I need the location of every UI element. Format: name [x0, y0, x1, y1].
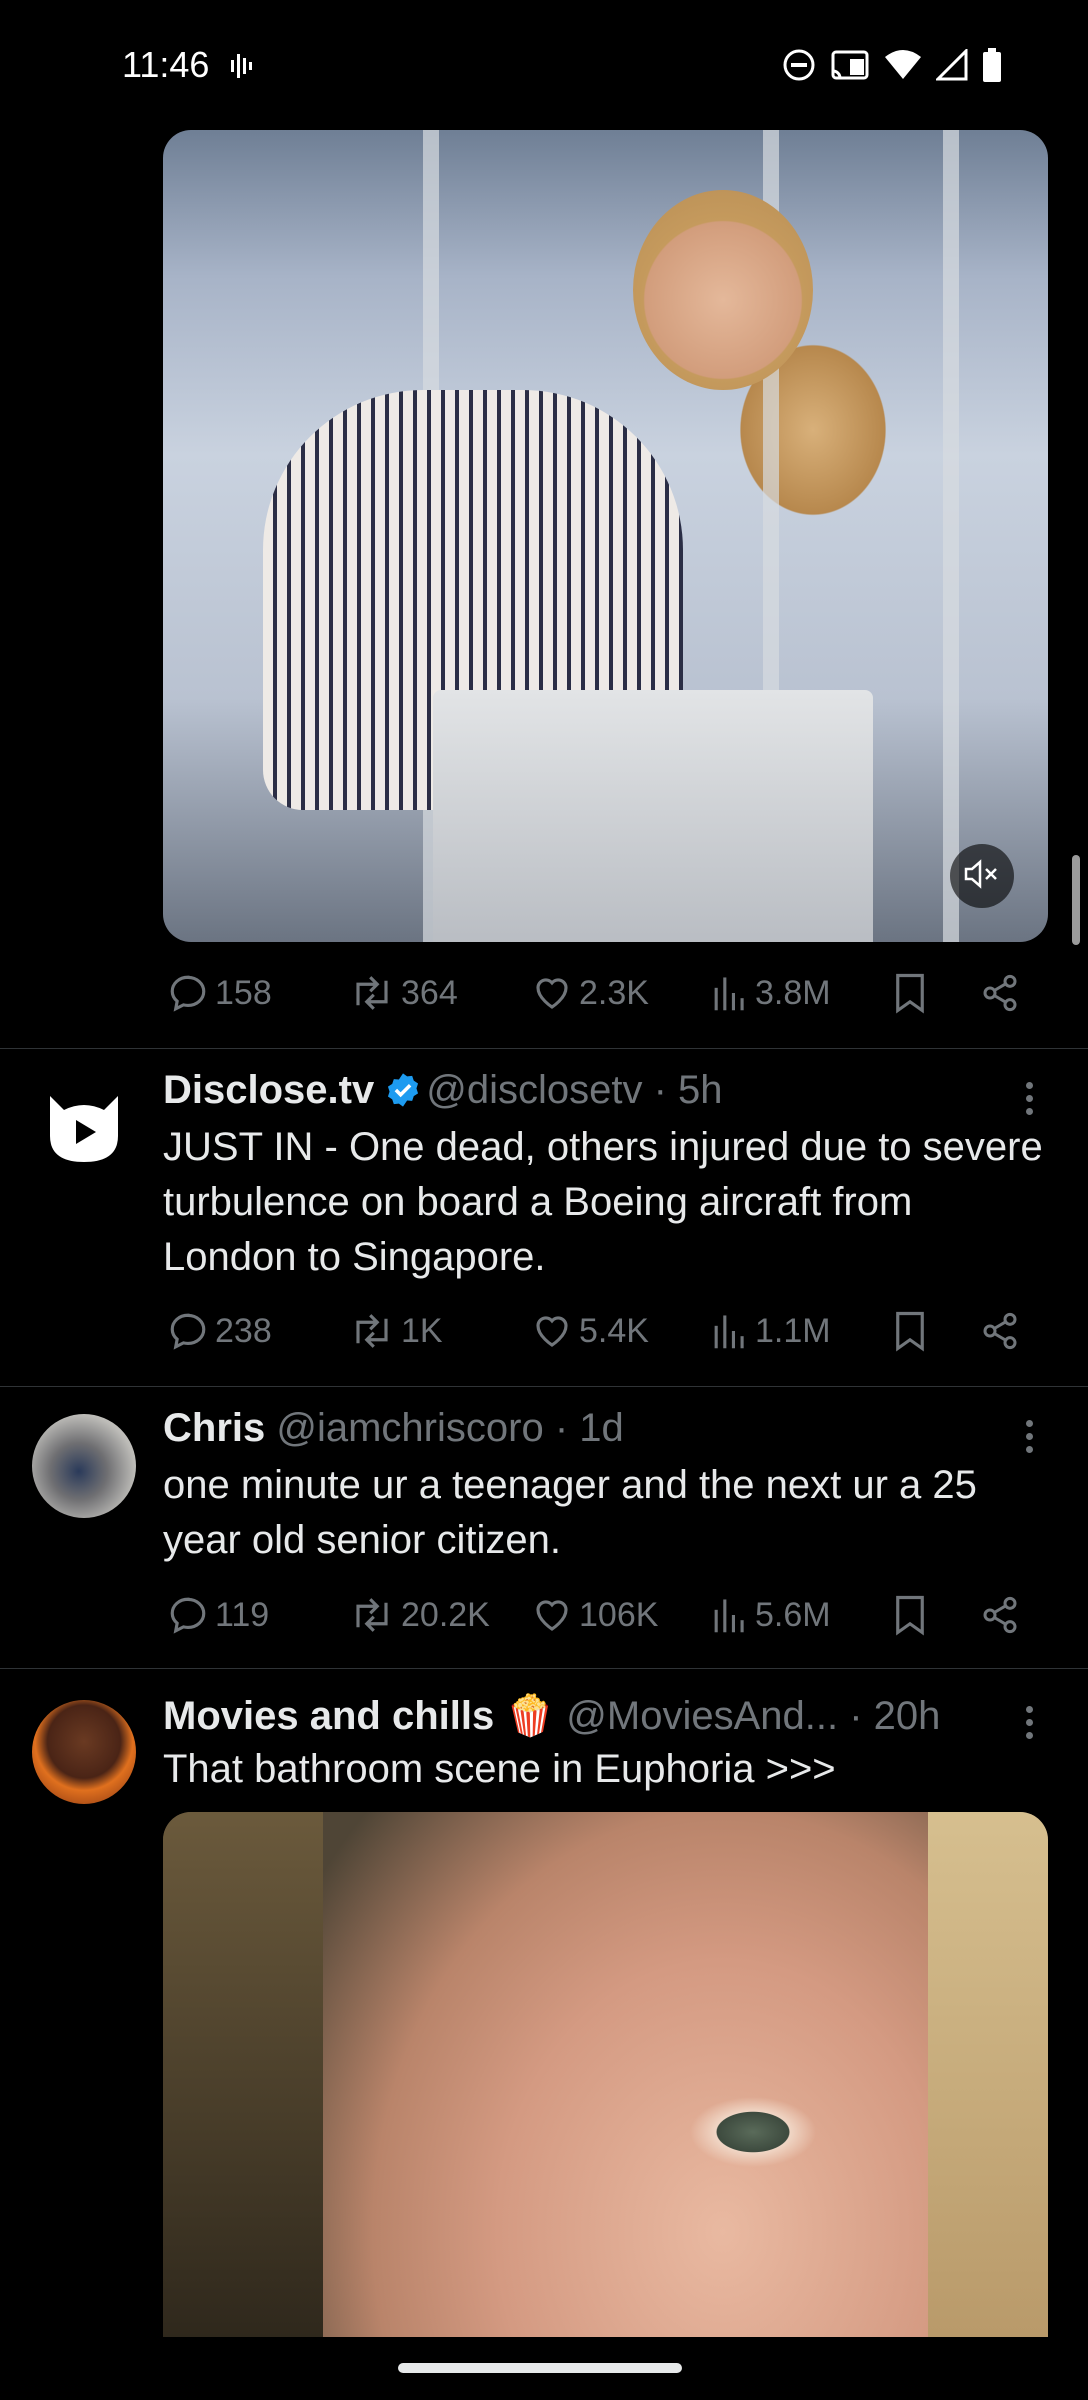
- avatar[interactable]: [32, 1700, 136, 1804]
- reply-count: 119: [215, 1595, 270, 1634]
- bookmark-icon: [896, 1311, 924, 1352]
- audio-wave-icon: [230, 50, 256, 87]
- display-name[interactable]: Disclose.tv: [163, 1068, 374, 1112]
- tweet-image[interactable]: [163, 1812, 1048, 2337]
- reply-button[interactable]: 238: [167, 1310, 272, 1352]
- bookmark-icon: [896, 1595, 924, 1636]
- tweet-actions: 238 1K 5.4K 1.1M: [163, 1310, 1033, 1360]
- more-icon[interactable]: [1026, 1420, 1036, 1459]
- battery-icon: [982, 48, 1002, 82]
- retweet-icon: [356, 976, 388, 1010]
- disclose-logo-icon: [50, 1096, 118, 1162]
- tweet-actions: 158 364 2.3K 3.8M: [163, 972, 1033, 1022]
- bookmark-button[interactable]: [890, 1310, 930, 1352]
- tweet-actions: 119 20.2K 106K 5.6M: [163, 1594, 1033, 1644]
- retweet-count: 364: [401, 973, 458, 1012]
- handle[interactable]: @MoviesAnd...: [566, 1694, 838, 1738]
- signal-icon: [936, 49, 968, 81]
- reply-icon: [170, 1597, 206, 1634]
- handle[interactable]: @disclosetv: [426, 1068, 642, 1112]
- mute-icon: [964, 858, 1000, 894]
- bookmark-button[interactable]: [890, 972, 930, 1014]
- status-time: 11:46: [122, 44, 210, 85]
- retweet-icon: [356, 1314, 388, 1348]
- bookmark-icon: [896, 973, 924, 1014]
- status-icons: [782, 48, 1002, 82]
- home-indicator[interactable]: [398, 2363, 682, 2373]
- share-icon: [983, 1312, 1017, 1350]
- share-button[interactable]: [980, 972, 1020, 1014]
- views-count: 3.8M: [755, 973, 831, 1012]
- more-icon[interactable]: [1026, 1082, 1036, 1121]
- share-icon: [983, 1596, 1017, 1634]
- views-icon: [714, 1599, 744, 1633]
- reply-count: 238: [215, 1311, 272, 1350]
- views-button[interactable]: 1.1M: [711, 1310, 831, 1352]
- tweet-header: Movies and chills 🍿 @MoviesAnd... · 20h: [163, 1692, 940, 1739]
- verified-badge-icon: [384, 1071, 422, 1119]
- divider: [0, 1386, 1088, 1387]
- handle[interactable]: @iamchriscoro: [276, 1406, 543, 1450]
- retweet-button[interactable]: 1K: [349, 1310, 443, 1352]
- views-count: 1.1M: [755, 1311, 831, 1350]
- display-name[interactable]: Movies and chills 🍿: [163, 1694, 555, 1738]
- views-count: 5.6M: [755, 1595, 831, 1634]
- tweet-time[interactable]: · 20h: [849, 1694, 940, 1738]
- like-count: 5.4K: [579, 1311, 649, 1350]
- bookmark-button[interactable]: [890, 1594, 930, 1636]
- tweet-time[interactable]: · 5h: [654, 1068, 723, 1112]
- tweet-text: That bathroom scene in Euphoria >>>: [163, 1747, 836, 1791]
- more-icon[interactable]: [1026, 1706, 1036, 1745]
- like-button[interactable]: 2.3K: [531, 972, 649, 1014]
- reply-icon: [170, 1313, 206, 1350]
- share-button[interactable]: [980, 1310, 1020, 1352]
- divider: [0, 1668, 1088, 1669]
- like-icon: [536, 1316, 568, 1347]
- like-count: 106K: [579, 1595, 659, 1634]
- like-button[interactable]: 106K: [531, 1594, 658, 1636]
- share-button[interactable]: [980, 1594, 1020, 1636]
- tweet-header: Chris @iamchriscoro · 1d: [163, 1406, 624, 1451]
- views-icon: [714, 977, 744, 1011]
- views-button[interactable]: 3.8M: [711, 972, 831, 1014]
- reply-button[interactable]: 119: [167, 1594, 269, 1636]
- retweet-count: 1K: [401, 1311, 443, 1350]
- reply-button[interactable]: 158: [167, 972, 272, 1014]
- dnd-icon: [782, 48, 816, 82]
- cast-icon: [830, 49, 870, 81]
- display-name[interactable]: Chris: [163, 1406, 265, 1450]
- like-icon: [536, 978, 568, 1009]
- views-button[interactable]: 5.6M: [711, 1594, 831, 1636]
- tweet-text: one minute ur a teenager and the next ur…: [163, 1463, 977, 1562]
- reply-icon: [170, 975, 206, 1012]
- wifi-icon: [884, 49, 922, 81]
- views-icon: [714, 1315, 744, 1349]
- like-count: 2.3K: [579, 973, 649, 1012]
- retweet-count: 20.2K: [401, 1595, 490, 1634]
- retweet-button[interactable]: 20.2K: [349, 1594, 490, 1636]
- like-icon: [536, 1600, 568, 1631]
- divider: [0, 1048, 1088, 1049]
- reply-count: 158: [215, 973, 272, 1012]
- scrollbar[interactable]: [1072, 855, 1080, 945]
- tweet-video[interactable]: [163, 130, 1048, 942]
- avatar[interactable]: [32, 1414, 136, 1518]
- retweet-button[interactable]: 364: [349, 972, 458, 1014]
- share-icon: [983, 974, 1017, 1012]
- mute-button[interactable]: [950, 844, 1014, 908]
- retweet-icon: [356, 1598, 388, 1632]
- like-button[interactable]: 5.4K: [531, 1310, 649, 1352]
- tweet-header: Disclose.tv @disclosetv · 5h: [163, 1068, 723, 1119]
- avatar[interactable]: [32, 1074, 136, 1178]
- tweet-time[interactable]: · 1d: [555, 1406, 624, 1450]
- tweet-text: JUST IN - One dead, others injured due t…: [163, 1125, 1043, 1279]
- status-bar: 11:46: [0, 0, 1088, 130]
